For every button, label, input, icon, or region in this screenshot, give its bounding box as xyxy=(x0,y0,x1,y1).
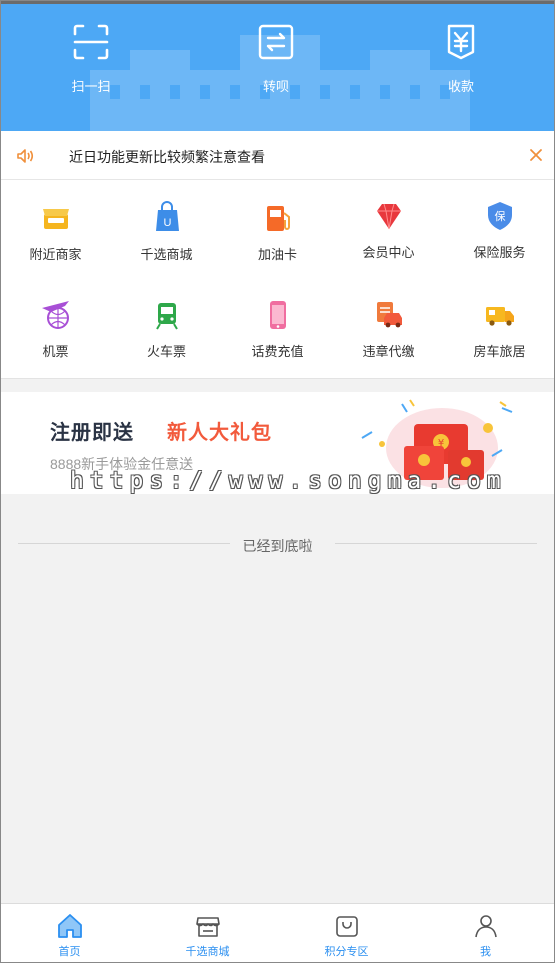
service-nearby-shops[interactable]: 附近商家 xyxy=(0,201,111,263)
tab-qianxuan-mall[interactable]: 千选商城 xyxy=(138,912,277,959)
end-of-list-text: 已经到底啦 xyxy=(242,538,313,554)
train-icon xyxy=(155,303,178,330)
tab-label: 千选商城 xyxy=(185,946,230,958)
diamond-icon xyxy=(376,203,401,230)
receive-payment-icon xyxy=(447,24,475,60)
car-ticket-icon xyxy=(376,302,402,328)
watermark-text: https://www.songma.com xyxy=(70,468,507,494)
service-rv-travel[interactable]: 房车旅居 xyxy=(444,298,555,360)
rv-truck-icon xyxy=(485,307,514,326)
tab-label: 积分专区 xyxy=(324,946,369,958)
notice-bar: 近日功能更新比较频繁注意查看 xyxy=(0,131,555,180)
service-label: 违章代缴 xyxy=(362,344,415,359)
scan-label: 扫一扫 xyxy=(71,79,111,94)
tab-label: 我 xyxy=(480,946,491,958)
top-header: 扫一扫 转呗 收款 xyxy=(0,0,555,131)
service-qianxuan-mall[interactable]: U 千选商城 xyxy=(111,201,222,263)
service-label: 会员中心 xyxy=(362,245,415,260)
service-train-tickets[interactable]: 火车票 xyxy=(111,298,222,360)
speaker-icon xyxy=(17,149,34,163)
service-label: 千选商城 xyxy=(140,247,193,262)
transfer-label: 转呗 xyxy=(262,79,289,94)
close-icon[interactable] xyxy=(528,147,544,163)
service-flight-tickets[interactable]: 机票 xyxy=(0,298,111,360)
service-label: 机票 xyxy=(42,344,69,359)
home-icon xyxy=(57,914,82,938)
phone-icon xyxy=(269,301,286,329)
service-label: 话费充值 xyxy=(251,344,304,359)
banner-highlight: 新人大礼包 xyxy=(167,422,272,444)
receive-payment-label: 收款 xyxy=(447,79,474,94)
user-icon xyxy=(474,915,497,938)
service-phone-topup[interactable]: 话费充值 xyxy=(222,298,333,360)
notice-text: 近日功能更新比较频繁注意查看 xyxy=(69,149,265,165)
airplane-icon xyxy=(41,301,69,329)
status-strip xyxy=(0,0,555,4)
scan-icon xyxy=(73,24,109,60)
tab-me[interactable]: 我 xyxy=(416,912,555,959)
service-label: 加油卡 xyxy=(257,247,297,262)
receive-payment-button[interactable]: 收款 xyxy=(416,22,506,95)
transfer-icon xyxy=(258,24,294,60)
store-icon xyxy=(195,917,220,937)
tab-home[interactable]: 首页 xyxy=(0,912,139,959)
shop-icon xyxy=(42,209,69,229)
service-label: 保险服务 xyxy=(473,245,526,260)
tab-points-zone[interactable]: 积分专区 xyxy=(277,912,416,959)
service-label: 附近商家 xyxy=(29,247,82,262)
shopping-bag-icon: U xyxy=(155,201,179,231)
service-traffic-fines[interactable]: 违章代缴 xyxy=(333,298,444,360)
banner-title: 注册即送 xyxy=(50,422,134,444)
service-insurance[interactable]: 保 保险服务 xyxy=(444,199,555,261)
gas-station-icon xyxy=(266,206,290,231)
scan-button[interactable]: 扫一扫 xyxy=(46,22,136,95)
svg-text:保: 保 xyxy=(494,209,505,223)
service-label: 火车票 xyxy=(146,344,186,359)
shield-icon: 保 xyxy=(487,202,512,230)
points-bag-icon xyxy=(335,916,358,937)
tab-label: 首页 xyxy=(58,946,81,958)
bottom-tab-bar: 首页 千选商城 积分专区 我 xyxy=(0,903,555,963)
service-grid: 附近商家 U 千选商城 加油卡 会员中心 保 保险服务 机票 火车票 话费充值 … xyxy=(0,180,555,379)
svg-text:U: U xyxy=(163,217,171,229)
service-fuel-card[interactable]: 加油卡 xyxy=(222,201,333,263)
end-of-list: 已经到底啦 xyxy=(0,530,555,558)
transfer-button[interactable]: 转呗 xyxy=(231,22,321,95)
service-member-center[interactable]: 会员中心 xyxy=(333,199,444,261)
service-label: 房车旅居 xyxy=(473,344,526,359)
